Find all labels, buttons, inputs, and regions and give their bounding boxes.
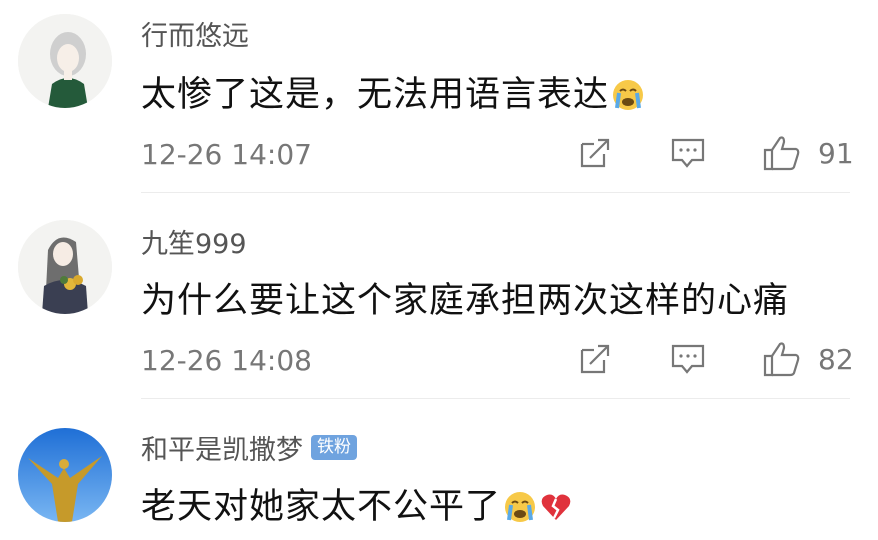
comment-text: 老天对她家太不公平了	[141, 478, 573, 533]
fan-badge: 铁粉	[311, 435, 357, 460]
avatar[interactable]	[18, 428, 112, 522]
like-count: 91	[818, 136, 854, 170]
divider	[141, 398, 850, 399]
comment-icon	[671, 344, 705, 374]
avatar[interactable]	[18, 220, 112, 314]
comment-text: 太惨了这是，无法用语言表达	[141, 66, 645, 121]
comment-time: 12-26 14:08	[141, 344, 312, 377]
share-icon	[580, 138, 610, 168]
comment-username: 和平是凯撒梦 铁粉	[141, 428, 357, 467]
comment-text-content: 为什么要让这个家庭承担两次这样的心痛	[141, 281, 790, 321]
reply-button[interactable]	[670, 342, 706, 376]
divider	[141, 192, 850, 193]
comment-text: 为什么要让这个家庭承担两次这样的心痛	[141, 272, 789, 323]
comment-icon	[671, 138, 705, 168]
comment-username[interactable]: 九笙999	[141, 222, 247, 261]
like-count: 82	[818, 342, 854, 376]
broken-heart-emoji	[539, 490, 573, 533]
share-button[interactable]	[578, 136, 612, 170]
like-button[interactable]: 82	[762, 340, 854, 378]
share-button[interactable]	[578, 342, 612, 376]
share-icon	[580, 344, 610, 374]
comment-text-content: 老天对她家太不公平了	[141, 487, 502, 527]
like-icon	[763, 342, 800, 377]
comment-username[interactable]: 行而悠远	[141, 14, 249, 53]
comment-time: 12-26 14:07	[141, 138, 312, 171]
like-icon	[763, 136, 800, 171]
reply-button[interactable]	[670, 136, 706, 170]
like-button[interactable]: 91	[762, 134, 854, 172]
comment-username-text[interactable]: 和平是凯撒梦	[141, 428, 303, 467]
crying-face-emoji	[503, 490, 537, 533]
avatar[interactable]	[18, 14, 112, 108]
comment-text-content: 太惨了这是，无法用语言表达	[141, 75, 610, 115]
crying-face-emoji	[611, 78, 645, 121]
